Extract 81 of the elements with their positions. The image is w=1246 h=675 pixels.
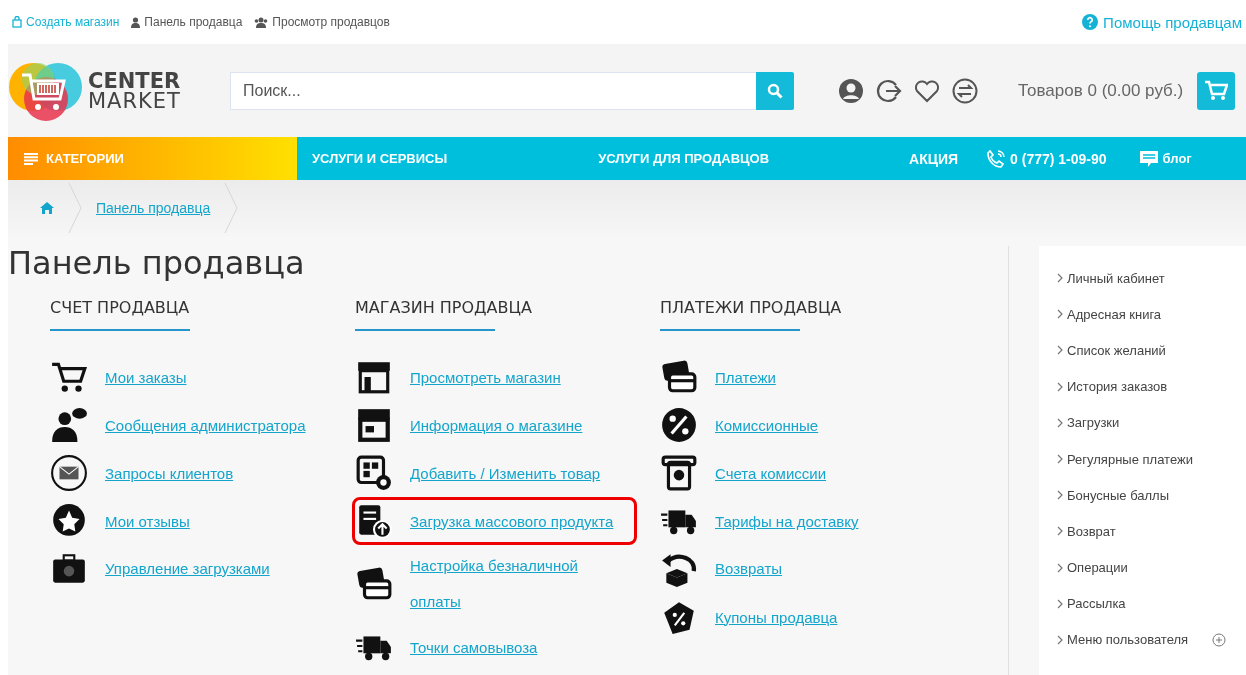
logo-wordmark: MARKET <box>88 90 181 111</box>
dashboard-link[interactable]: Мои заказы <box>105 368 187 386</box>
chevron-icon <box>1057 490 1063 501</box>
account-menu-item[interactable]: Загрузки <box>1057 404 1246 441</box>
chevron-icon <box>1057 562 1063 573</box>
dashboard-link[interactable]: Платежи <box>715 368 776 386</box>
dashboard-link[interactable]: Возвраты <box>715 551 783 587</box>
dashboard-link[interactable]: Настройка безналичной оплаты <box>410 548 600 620</box>
top-link[interactable]: Просмотр продавцов <box>254 15 390 29</box>
chevron-icon <box>1057 598 1063 609</box>
user-icon <box>131 16 141 28</box>
expand-icon[interactable] <box>1212 632 1227 647</box>
nav-link[interactable]: УСЛУГИ ДЛЯ ПРОДАВЦОВ <box>598 151 770 166</box>
chevron-separator-icon <box>68 183 82 233</box>
dashboard-link[interactable]: Мои отзывы <box>105 512 190 530</box>
account-menu-item[interactable]: Операции <box>1057 549 1246 586</box>
account-icon[interactable] <box>838 77 864 104</box>
top-link[interactable]: Панель продавца <box>131 15 243 29</box>
account-menu-item[interactable]: Возврат <box>1057 513 1246 550</box>
dashboard-link[interactable]: Добавить / Изменить товар <box>410 464 601 482</box>
nav-link[interactable]: АКЦИЯ <box>909 150 959 167</box>
search-icon <box>767 82 783 99</box>
cart-icon <box>1204 79 1229 102</box>
section-heading: ПЛАТЕЖИ ПРОДАВЦА <box>660 298 843 317</box>
help-icon <box>1082 14 1099 30</box>
chevron-icon <box>1057 417 1063 428</box>
bag-icon <box>12 16 22 28</box>
top-link[interactable]: Создать магазин <box>12 15 120 29</box>
dashboard-link[interactable]: Купоны продавца <box>715 608 838 626</box>
section-heading: МАГАЗИН ПРОДАВЦА <box>355 298 533 317</box>
receipt-icon <box>660 454 698 492</box>
account-menu-item[interactable]: История заказов <box>1057 368 1246 405</box>
dashboard-link[interactable]: Комиссионные <box>715 416 819 434</box>
login-icon[interactable] <box>876 77 902 104</box>
percent-icon <box>660 406 698 444</box>
nav-link[interactable]: УСЛУГИ И СЕРВИСЫ <box>312 151 448 166</box>
home-icon[interactable] <box>40 202 54 214</box>
users-icon <box>254 16 269 28</box>
dashboard-link[interactable]: Тарифы на доставку <box>715 512 859 530</box>
grid-gear-icon <box>355 454 393 492</box>
account-menu-item[interactable]: Рассылка <box>1057 585 1246 622</box>
chevron-icon <box>1057 345 1063 356</box>
dashboard-link[interactable]: Запросы клиентов <box>105 464 234 482</box>
shop-icon <box>355 406 393 444</box>
dashboard-link[interactable]: Точки самовывоза <box>410 638 538 656</box>
heart-icon[interactable] <box>914 78 940 103</box>
blog-link[interactable]: блог <box>1138 149 1192 168</box>
chevron-separator-icon <box>224 183 239 233</box>
chevron-icon <box>1057 454 1063 465</box>
logo-wordmark: CENTER <box>88 70 181 91</box>
dashboard-link[interactable]: Сообщения администратора <box>105 416 306 434</box>
dashboard-link[interactable]: Управление загрузками <box>105 551 270 587</box>
account-menu-item[interactable]: Регулярные платежи <box>1057 440 1246 478</box>
menu-icon <box>24 152 38 165</box>
account-menu-item[interactable]: Список желаний <box>1057 332 1246 369</box>
envelope-icon <box>50 454 88 492</box>
dashboard-link[interactable]: Счета комиссии <box>715 464 827 482</box>
breadcrumb-link[interactable]: Панель продавца <box>96 200 211 216</box>
account-menu-item[interactable]: Бонусные баллы <box>1057 477 1246 514</box>
phone-link[interactable]: 0 (777) 1-09-90 <box>986 148 1107 169</box>
phone-icon <box>986 148 1007 169</box>
chevron-icon <box>1057 273 1063 284</box>
compare-icon[interactable] <box>952 77 978 104</box>
account-menu-item[interactable]: Личный кабинет <box>1057 260 1246 297</box>
categories-button[interactable]: КАТЕГОРИИ <box>8 137 297 180</box>
user-message-icon <box>50 406 88 444</box>
help-link[interactable]: Помощь продавцам <box>1082 13 1242 31</box>
chevron-icon <box>1057 634 1063 645</box>
search-field[interactable]: Поиск... <box>230 71 756 110</box>
dashboard-link[interactable]: Загрузка массового продукта <box>410 512 614 530</box>
cart-summary[interactable]: Товаров 0 (0.00 руб.) <box>1018 80 1184 101</box>
section-heading: СЧЕТ ПРОДАВЦА <box>50 298 191 317</box>
chevron-icon <box>1057 381 1063 392</box>
account-menu-item[interactable]: Адресная книга <box>1057 296 1246 333</box>
chevron-icon <box>1057 526 1063 537</box>
chevron-icon <box>1057 309 1063 320</box>
dashboard-link[interactable]: Информация о магазине <box>410 416 583 434</box>
page-title: Панель продавца <box>8 244 306 282</box>
chat-icon <box>1138 149 1159 168</box>
dashboard-link[interactable]: Просмотреть магазин <box>410 368 561 386</box>
account-menu-item[interactable]: Меню пользователя <box>1057 621 1246 659</box>
